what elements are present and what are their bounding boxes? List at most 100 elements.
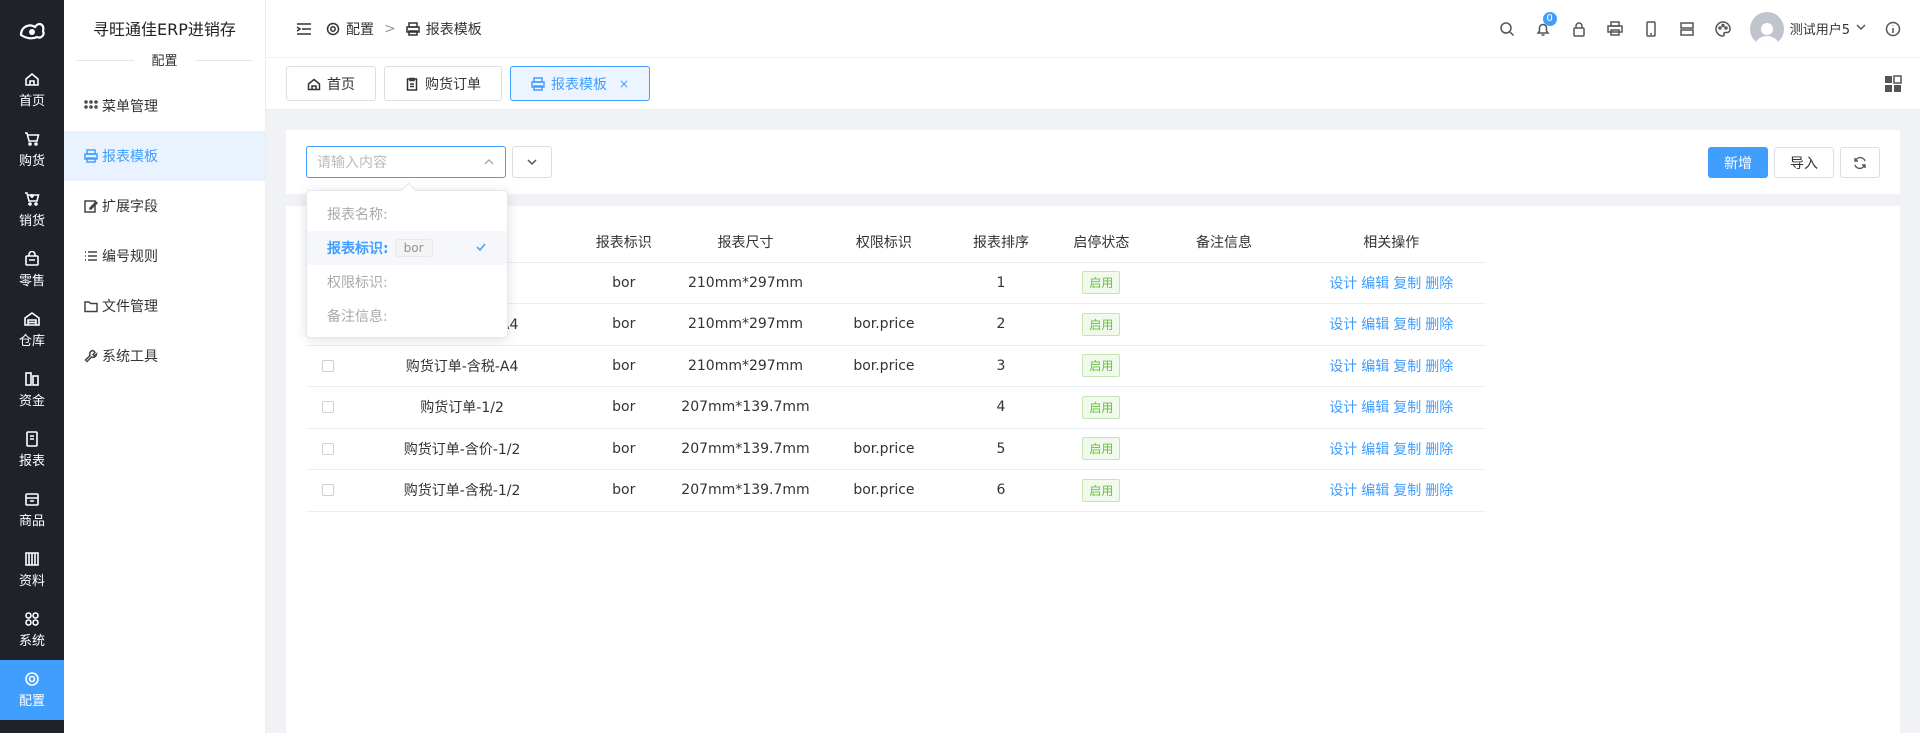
grid-layout-icon[interactable] [1884,75,1902,97]
sidebar-item-wrench[interactable]: 系统工具 [64,331,265,381]
search-icon[interactable] [1498,20,1516,38]
rail-item-cart-out[interactable]: 销货 [0,180,64,240]
rail-item-warehouse[interactable]: 仓库 [0,300,64,360]
add-button[interactable]: 新增 [1708,147,1768,178]
row-checkbox[interactable] [322,484,335,497]
action-delete-link[interactable]: 删除 [1425,400,1453,416]
search-input[interactable]: 请输入内容 [306,146,506,178]
sidebar-item-menu[interactable]: 菜单管理 [64,81,265,131]
layout-icon[interactable] [1678,20,1696,38]
rail-item-report[interactable]: 报表 [0,420,64,480]
cell-remark [1151,386,1297,429]
sidebar-item-label: 文件管理 [102,299,158,315]
action-delete-link[interactable]: 删除 [1425,483,1453,499]
sidebar-item-list[interactable]: 编号规则 [64,231,265,281]
tab-2[interactable]: 报表模板 × [510,66,651,101]
row-checkbox[interactable] [322,359,335,372]
menu-toggle-icon[interactable] [296,22,312,36]
table-card: 报表名称报表标识报表尺寸权限标识报表排序启停状态备注信息相关操作 购货订单bor… [286,206,1900,733]
tab-1[interactable]: 购货订单 [384,66,502,101]
bell-icon[interactable]: 0 [1534,11,1557,38]
import-button[interactable]: 导入 [1774,147,1834,178]
row-checkbox-cell [306,469,351,512]
action-design-link[interactable]: 设计 [1329,400,1357,416]
action-edit-link[interactable]: 编辑 [1361,276,1389,292]
action-design-link[interactable]: 设计 [1329,317,1357,333]
coins-icon [24,371,40,387]
action-copy-link[interactable]: 复制 [1393,400,1421,416]
status-badge[interactable]: 启用 [1082,437,1121,461]
rail-item-data[interactable]: 资料 [0,540,64,600]
sidebar-item-edit[interactable]: 扩展字段 [64,181,265,231]
user-menu[interactable]: 测试用户5 [1749,11,1866,46]
rail-item-home[interactable]: 首页 [0,60,64,120]
action-design-link[interactable]: 设计 [1329,442,1357,458]
action-copy-link[interactable]: 复制 [1393,317,1421,333]
table-row[interactable]: 购货订单-含税-1/2 bor 207mm*139.7mm bor.price 6 启用 设… [306,469,1486,512]
rail-item-box[interactable]: 商品 [0,480,64,540]
action-design-link[interactable]: 设计 [1329,359,1357,375]
action-delete-link[interactable]: 删除 [1425,359,1453,375]
filter-dropdown-button[interactable] [512,146,552,178]
dropdown-option[interactable]: 权限标识: [307,265,507,299]
home-icon [24,71,40,87]
printer-icon [531,76,545,91]
action-copy-link[interactable]: 复制 [1393,483,1421,499]
action-edit-link[interactable]: 编辑 [1361,317,1389,333]
tab-0[interactable]: 首页 [286,66,376,101]
table-row[interactable]: 购货订单-含税-A4 bor 210mm*297mm bor.price 3 启用 设计 编辑… [306,345,1486,387]
rail-item-coins[interactable]: 资金 [0,360,64,420]
cell-actions: 设计 编辑 复制 删除 [1296,386,1486,429]
cell-actions: 设计 编辑 复制 删除 [1296,428,1486,470]
action-copy-link[interactable]: 复制 [1393,276,1421,292]
breadcrumb-item-config[interactable]: 配置 [326,19,374,39]
sidebar-item-folder[interactable]: 文件管理 [64,281,265,331]
rail-item-label: 零售 [18,274,45,289]
rail-item-cart[interactable]: 购货 [0,120,64,180]
notification-badge: 0 [1542,11,1557,26]
rail-item-label: 资料 [18,574,45,589]
action-edit-link[interactable]: 编辑 [1361,442,1389,458]
action-edit-link[interactable]: 编辑 [1361,400,1389,416]
action-delete-link[interactable]: 删除 [1425,276,1453,292]
action-copy-link[interactable]: 复制 [1393,359,1421,375]
dropdown-option[interactable]: 报表标识: bor [307,231,507,265]
action-design-link[interactable]: 设计 [1329,276,1357,292]
breadcrumb: 配置 > 报表模板 [266,19,482,39]
status-badge[interactable]: 启用 [1082,478,1121,502]
action-edit-link[interactable]: 编辑 [1361,483,1389,499]
breadcrumb-item-report-template: 报表模板 [405,19,482,39]
row-checkbox[interactable] [322,401,335,414]
list-icon [84,249,98,263]
rail-item-gear[interactable]: 配置 [0,660,64,720]
action-edit-link[interactable]: 编辑 [1361,359,1389,375]
action-delete-link[interactable]: 删除 [1425,317,1453,333]
rail-item-bag[interactable]: 零售 [0,240,64,300]
status-badge[interactable]: 启用 [1082,354,1121,378]
row-checkbox[interactable] [322,442,335,455]
sidebar-item-printer[interactable]: 报表模板 [64,131,265,181]
cart-icon [24,131,40,147]
option-tag[interactable]: bor [394,239,433,257]
table-row[interactable]: 购货订单-1/2 bor 207mm*139.7mm 4 启用 设计 编辑 复制 删除 [306,386,1486,429]
action-delete-link[interactable]: 删除 [1425,442,1453,458]
close-icon[interactable]: × [619,77,629,91]
printer-icon[interactable] [1606,20,1624,38]
status-badge[interactable]: 启用 [1082,271,1121,295]
action-copy-link[interactable]: 复制 [1393,442,1421,458]
table-row[interactable]: 购货订单-含价-1/2 bor 207mm*139.7mm bor.price 5 启用 设… [306,428,1486,470]
mobile-icon[interactable] [1642,20,1660,38]
rail-item-grid[interactable]: 系统 [0,600,64,660]
palette-icon[interactable] [1714,20,1732,38]
lock-icon[interactable] [1570,20,1588,38]
printer-icon [84,149,98,163]
dropdown-option[interactable]: 报表名称: [307,197,507,231]
cell-status: 启用 [1051,345,1152,387]
cell-permission [817,262,951,304]
status-badge[interactable]: 启用 [1082,312,1121,336]
dropdown-option[interactable]: 备注信息: [307,299,507,333]
info-icon[interactable] [1884,20,1902,38]
action-design-link[interactable]: 设计 [1329,483,1357,499]
status-badge[interactable]: 启用 [1082,395,1121,419]
refresh-button[interactable] [1840,147,1880,178]
